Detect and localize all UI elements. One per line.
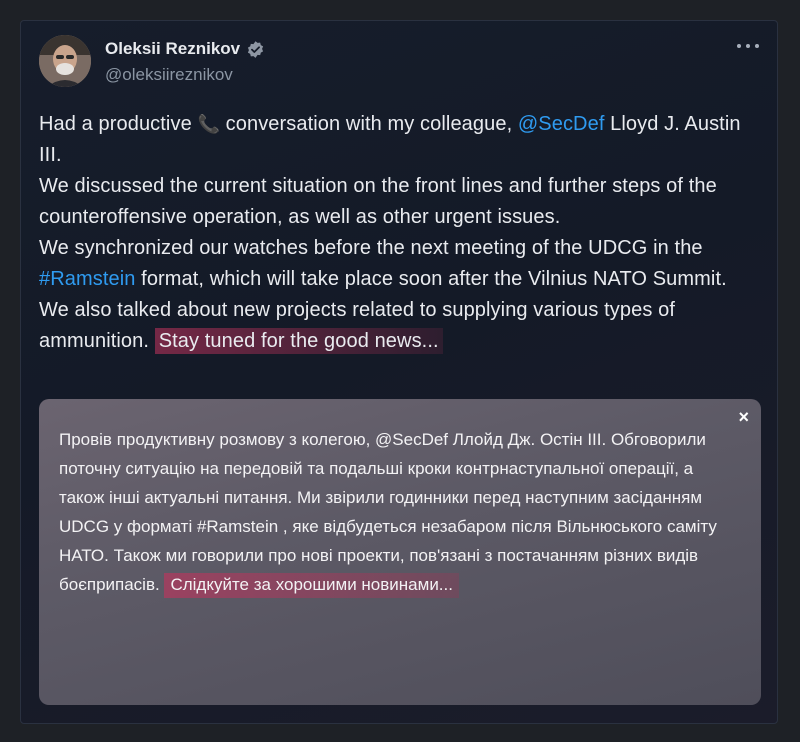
tweet-text: Had a productive 📞 conversation with my … xyxy=(39,109,763,357)
translation-highlight: Слідкуйте за хорошими новинами... xyxy=(164,573,459,598)
avatar[interactable] xyxy=(39,35,91,87)
tweet-paragraph-3: We synchronized our watches before the n… xyxy=(39,233,763,295)
more-options-icon[interactable] xyxy=(737,41,759,51)
close-icon[interactable]: × xyxy=(738,407,749,428)
tweet-paragraph-1: Had a productive 📞 conversation with my … xyxy=(39,109,763,171)
hashtag-link[interactable]: #Ramstein xyxy=(39,268,136,290)
author-name-row: Oleksii Reznikov xyxy=(105,39,265,59)
avatar-image xyxy=(39,35,91,87)
tweet-text-segment: conversation with my colleague, xyxy=(220,113,518,135)
highlighted-text: Stay tuned for the good news... xyxy=(154,328,443,354)
verified-badge-icon xyxy=(248,40,264,58)
telephone-icon: 📞 xyxy=(197,114,220,134)
mention-link[interactable]: @SecDef xyxy=(518,113,605,135)
tweet-paragraph-2: We discussed the current situation on th… xyxy=(39,175,717,228)
tweet-text-segment: Had a productive xyxy=(39,113,192,135)
author-handle[interactable]: @oleksiireznikov xyxy=(105,65,233,85)
author-name[interactable]: Oleksii Reznikov xyxy=(105,39,240,59)
tweet-text-segment: format, which will take place soon after… xyxy=(135,268,727,290)
tweet-paragraph-4: We also talked about new projects relate… xyxy=(39,295,763,357)
tweet-card: Oleksii Reznikov @oleksiireznikov Had a … xyxy=(20,20,778,724)
translation-panel: × Провів продуктивну розмову з колегою, … xyxy=(39,399,761,705)
translation-body: Провів продуктивну розмову з колегою, @S… xyxy=(59,430,717,594)
translation-text: Провів продуктивну розмову з колегою, @S… xyxy=(59,425,739,599)
tweet-text-segment: We synchronized our watches before the n… xyxy=(39,237,703,259)
